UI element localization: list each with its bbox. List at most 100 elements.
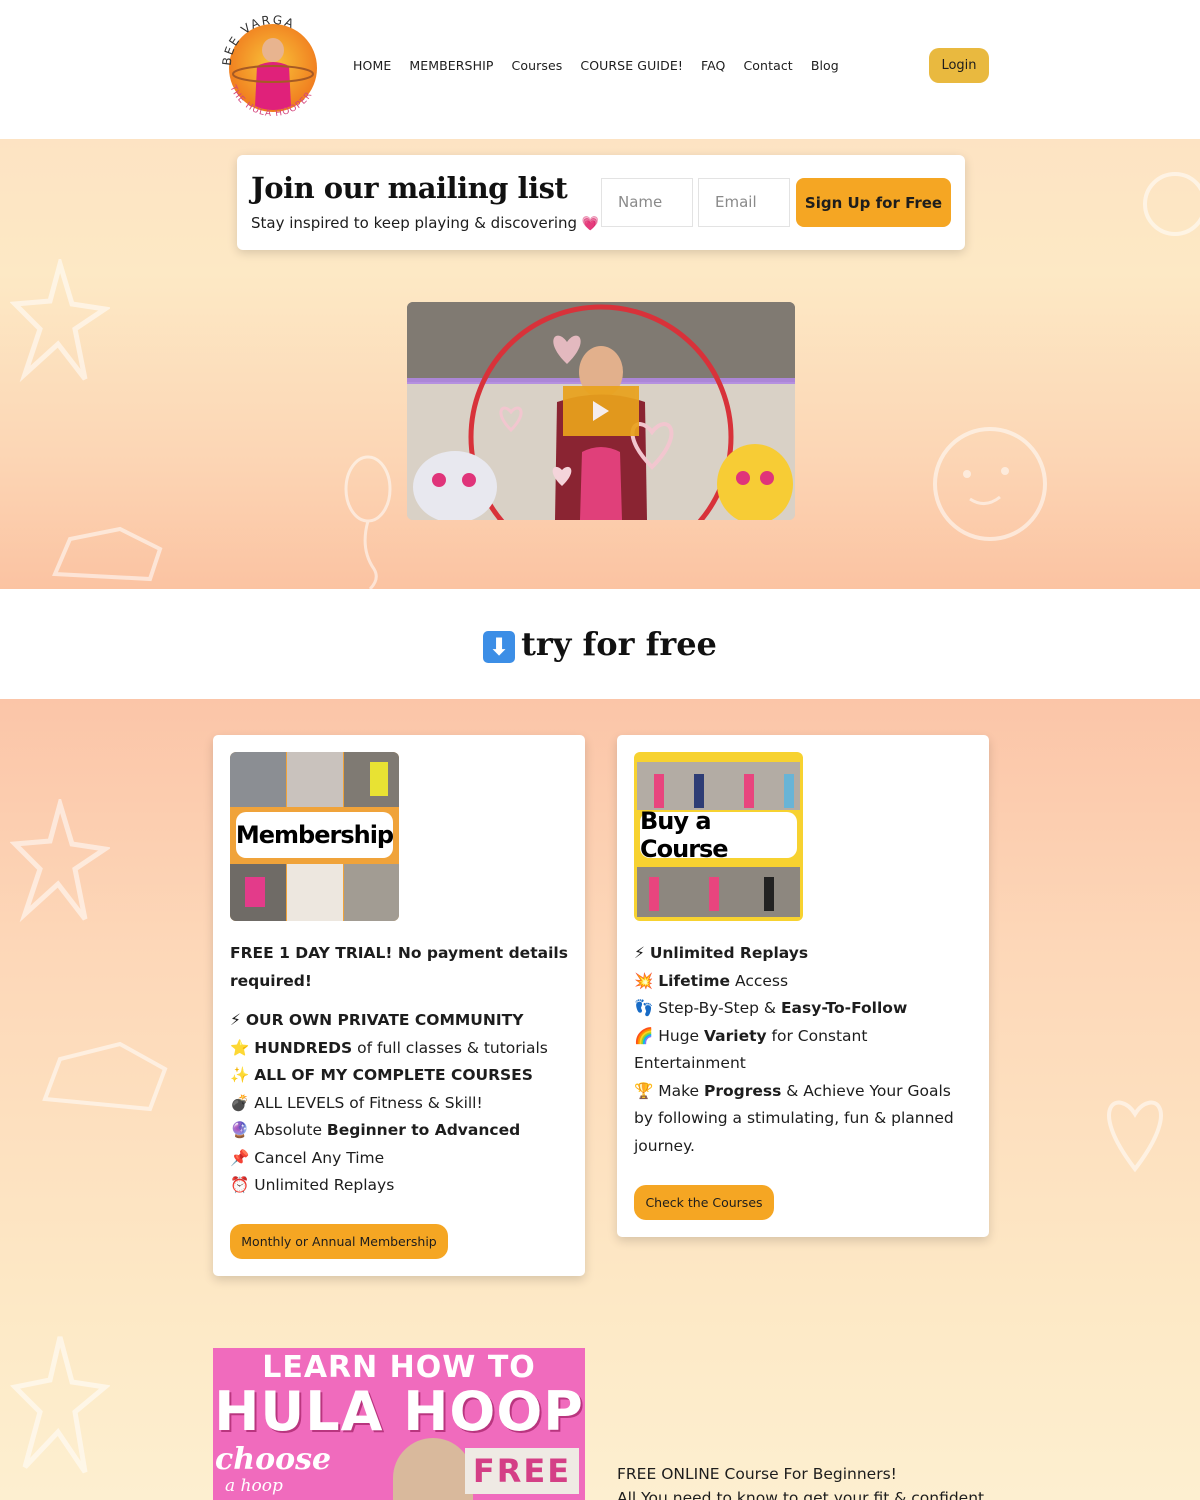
heart-doodle-icon [1107, 1100, 1163, 1173]
try-free-title: try for free [521, 625, 717, 663]
pink-heart-icon: 💗 [581, 216, 600, 232]
intro-video[interactable] [407, 302, 795, 520]
membership-feature-item-icon: ⏰ [230, 1176, 255, 1194]
mailing-subtitle-text: Stay inspired to keep playing & discover… [251, 214, 578, 232]
membership-thumbnail[interactable]: Membership [230, 752, 399, 921]
course-feature-item-bold: Easy-To-Follow [780, 999, 908, 1017]
course-feature-item-bold: Variety [704, 1026, 767, 1045]
membership-feature-item-icon: 📌 [230, 1148, 255, 1167]
nav-faq[interactable]: FAQ [701, 58, 726, 73]
promo-a-hoop: a hoop [225, 1476, 283, 1496]
check-courses-button[interactable]: Check the Courses [634, 1185, 774, 1220]
star-doodle-icon [10, 259, 110, 383]
course-feature-item-icon: 👣 [634, 999, 659, 1017]
course-feature-item-bold: Unlimited Replays [649, 944, 809, 962]
instructor-photo [393, 1438, 473, 1500]
nav-blog[interactable]: Blog [811, 58, 839, 73]
membership-feature-item-text: ALL LEVELS of Fitness & Skill! [254, 1093, 483, 1112]
course-feature-item-bold: Progress [704, 1081, 782, 1100]
nav-membership[interactable]: MEMBERSHIP [409, 58, 493, 73]
course-feature-item-text: Step-By-Step & [658, 999, 781, 1017]
car-doodle-icon [52, 526, 163, 582]
course-feature-item: 👣 Step-By-Step & Easy-To-Follow [634, 995, 974, 1023]
membership-list: ⚡ OUR OWN PRIVATE COMMUNITY ⭐ HUNDREDS of… [230, 1007, 570, 1200]
signup-button[interactable]: Sign Up for Free [796, 178, 951, 227]
membership-feature-item: 💣 ALL LEVELS of Fitness & Skill! [230, 1090, 570, 1118]
membership-feature-item: 🔮 Absolute Beginner to Advanced [230, 1117, 570, 1145]
try-free-heading: ⬇ try for free [0, 625, 1200, 663]
course-feature-item-text: Make [658, 1081, 704, 1100]
car-doodle-icon [42, 1041, 168, 1112]
free-course-description: FREE ONLINE Course For Beginners! All Yo… [617, 1462, 984, 1500]
hero-section: Join our mailing list Stay inspired to k… [0, 139, 1200, 589]
membership-button[interactable]: Monthly or Annual Membership [230, 1224, 448, 1259]
nav-courses[interactable]: Courses [512, 58, 563, 73]
membership-feature-item-bold: OUR OWN PRIVATE COMMUNITY [245, 1011, 524, 1029]
course-thumbnail[interactable]: Buy a Course [634, 752, 803, 921]
course-feature-item-icon: 💥 [634, 971, 659, 990]
course-feature-item: ⚡ Unlimited Replays [634, 940, 974, 968]
course-feature-item-text: Access [730, 971, 789, 990]
membership-feature-item-icon: ⚡ [230, 1011, 246, 1029]
course-feature-item: 🏆 Make Progress & Achieve Your Goals by … [634, 1078, 974, 1161]
course-thumb-label: Buy a Course [640, 807, 797, 863]
bee-doodle-icon [933, 427, 1047, 541]
down-arrow-icon: ⬇ [483, 630, 516, 663]
site-logo[interactable]: BEE VARGA THE HULA HOOPER [217, 10, 329, 122]
membership-thumb-label: Membership [236, 812, 394, 858]
star-doodle-icon [10, 1336, 110, 1474]
course-card: Buy a Course ⚡ Unlimited Replays 💥 Lifeti… [617, 735, 989, 1237]
free-course-line1: FREE ONLINE Course For Beginners! [617, 1465, 897, 1483]
course-feature-item: 💥 Lifetime Access [634, 968, 974, 996]
course-feature-item-text: Huge [658, 1026, 705, 1045]
membership-feature-item-bold: ALL OF MY COMPLETE COURSES [254, 1066, 533, 1084]
membership-feature-item-icon: ⭐ [230, 1038, 255, 1057]
play-icon [593, 401, 609, 421]
membership-feature-item: ⭐ HUNDREDS of full classes & tutorials [230, 1035, 570, 1063]
course-feature-item-bold: Lifetime [658, 971, 731, 990]
membership-feature-item-text: of full classes & tutorials [352, 1038, 548, 1057]
membership-feature-item: ✨ ALL OF MY COMPLETE COURSES [230, 1062, 570, 1090]
membership-feature-item: ⏰ Unlimited Replays [230, 1172, 570, 1200]
free-course-line2: All You need to know to get your fit & c… [617, 1489, 985, 1500]
nav-course-guide[interactable]: COURSE GUIDE! [580, 58, 683, 73]
sun-doodle-icon [1143, 172, 1200, 236]
membership-feature-item-icon: 🔮 [230, 1121, 255, 1139]
free-course-section: LEARN HOW TO HULA HOOP choose a hoop FRE… [0, 1312, 1200, 1500]
course-feature-item-icon: ⚡ [634, 944, 650, 962]
membership-feature-item-text: Absolute [254, 1121, 327, 1139]
promo-line2: HULA HOOP [214, 1380, 584, 1443]
membership-feature-item-text: Unlimited Replays [254, 1176, 395, 1194]
membership-card: Membership FREE 1 DAY TRIAL! No payment … [213, 735, 585, 1276]
free-course-banner[interactable]: LEARN HOW TO HULA HOOP choose a hoop FRE… [213, 1348, 585, 1500]
membership-feature-item-icon: ✨ [230, 1066, 255, 1084]
membership-feature-item-icon: 💣 [230, 1093, 255, 1112]
promo-free-badge: FREE [465, 1448, 579, 1494]
membership-feature-item: ⚡ OUR OWN PRIVATE COMMUNITY [230, 1007, 570, 1035]
membership-feature-item-bold: Beginner to Advanced [326, 1121, 521, 1139]
offers-section: Membership FREE 1 DAY TRIAL! No payment … [0, 699, 1200, 1312]
nav-home[interactable]: HOME [353, 58, 391, 73]
email-input[interactable]: Email [698, 178, 790, 227]
course-feature-item: 🌈 Huge Variety for Constant Entertainmen… [634, 1023, 974, 1078]
video-play-button[interactable] [563, 386, 639, 436]
login-button[interactable]: Login [929, 48, 989, 83]
nav-contact[interactable]: Contact [743, 58, 792, 73]
course-feature-item-icon: 🏆 [634, 1081, 659, 1100]
membership-feature-item-bold: HUNDREDS [254, 1038, 353, 1057]
promo-choose: choose [215, 1442, 332, 1477]
main-nav: HOME MEMBERSHIP Courses COURSE GUIDE! FA… [353, 58, 857, 73]
membership-intro: FREE 1 DAY TRIAL! No payment details req… [230, 944, 568, 990]
mailing-subtitle: Stay inspired to keep playing & discover… [251, 214, 599, 232]
mailing-title: Join our mailing list [251, 171, 568, 205]
membership-feature-item: 📌 Cancel Any Time [230, 1145, 570, 1173]
star-doodle-icon [10, 799, 110, 923]
site-header: BEE VARGA THE HULA HOOPER HOME MEMBERSHI… [0, 0, 1200, 139]
try-free-section: ⬇ try for free [0, 589, 1200, 699]
course-list: ⚡ Unlimited Replays 💥 Lifetime Access 👣 St… [634, 940, 974, 1160]
membership-feature-item-text: Cancel Any Time [254, 1148, 385, 1167]
balloon-doodle-icon [344, 455, 392, 589]
mailing-list-box: Join our mailing list Stay inspired to k… [237, 155, 965, 250]
name-input[interactable]: Name [601, 178, 693, 227]
course-feature-item-icon: 🌈 [634, 1026, 659, 1045]
